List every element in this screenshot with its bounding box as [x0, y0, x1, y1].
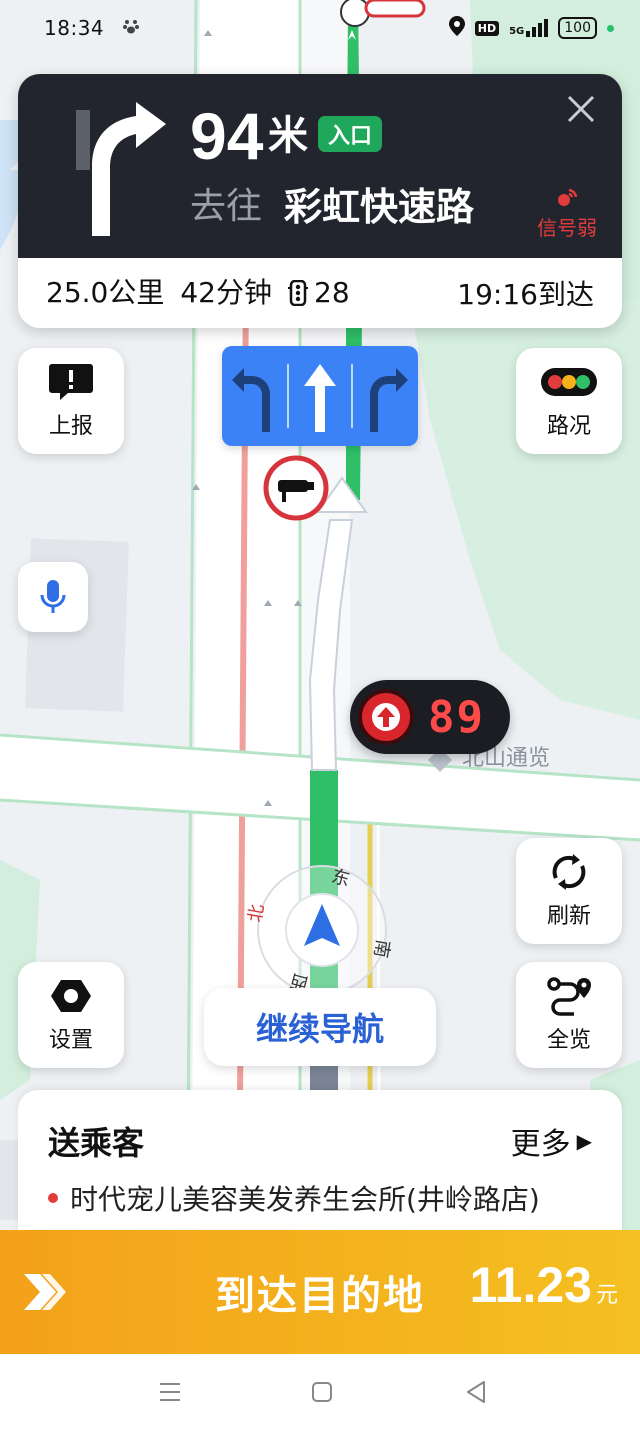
entry-badge: 入口 [318, 116, 383, 152]
straight-red-light-icon [358, 689, 414, 745]
baidu-paw-icon [122, 17, 140, 39]
settings-button[interactable]: 设置 [18, 962, 124, 1068]
refresh-button[interactable]: 刷新 [516, 838, 622, 944]
lane-separator [287, 364, 290, 428]
weak-signal-indicator: 信号弱 [532, 186, 602, 241]
weak-signal-text: 信号弱 [537, 216, 597, 240]
traffic-label: 路况 [546, 414, 591, 439]
distance-value: 94 [190, 99, 264, 173]
next-road-name: 彩虹快速路 [284, 185, 475, 229]
status-bar: 18:34 HD 5G 100 [0, 0, 640, 56]
overview-button[interactable]: 全览 [516, 962, 622, 1068]
signal-strength-icon: 5G [509, 19, 549, 37]
battery-indicator: 100 [558, 17, 597, 39]
turn-right-arrow-icon [76, 102, 166, 236]
close-icon[interactable] [566, 94, 596, 124]
location-pin-icon [448, 16, 465, 40]
fare-unit: 元 [595, 1283, 618, 1308]
passenger-card[interactable]: 送乘客 更多 ▶ 时代宠儿美容美发养生会所(井岭路店) [18, 1090, 622, 1240]
lane-left-turn-icon [232, 368, 271, 432]
destination-dot-icon [48, 1193, 58, 1203]
fare-amount: 11.23 元 [470, 1256, 618, 1314]
route-overview-icon [547, 977, 591, 1016]
microphone-icon [40, 580, 66, 613]
report-label: 上报 [48, 414, 93, 439]
settings-hexagon-icon [51, 980, 91, 1012]
countdown-seconds: 89 [428, 691, 485, 743]
hd-badge: HD [474, 20, 500, 36]
satellite-signal-icon [558, 188, 578, 206]
fare-value: 11.23 [469, 1257, 592, 1313]
report-button[interactable]: 上报 [18, 348, 124, 454]
lane-separator [350, 364, 353, 428]
menu-icon[interactable] [154, 1376, 186, 1408]
lane-right-turn-icon [369, 368, 408, 432]
continue-navigation-label: 继续导航 [255, 1010, 384, 1048]
report-alert-icon [49, 364, 93, 400]
traffic-light-status-icon [541, 368, 597, 396]
destination-name: 时代宠儿美容美发养生会所(井岭路店) [70, 1183, 540, 1216]
arrive-destination-button[interactable]: 到达目的地 11.23 元 [0, 1230, 640, 1354]
privacy-dot [607, 24, 614, 32]
traffic-light-icon [288, 280, 308, 306]
voice-button[interactable] [18, 562, 88, 632]
refresh-icon [552, 854, 586, 890]
remaining-distance: 25.0公里 [46, 276, 165, 309]
more-label: 更多 [510, 1127, 571, 1162]
refresh-label: 刷新 [546, 904, 591, 929]
remaining-time: 42分钟 [180, 276, 272, 309]
passenger-card-title: 送乘客 [48, 1124, 145, 1162]
settings-label: 设置 [48, 1028, 93, 1053]
caret-right-icon: ▶ [576, 1129, 592, 1153]
continue-navigation-button[interactable]: 继续导航 [204, 988, 436, 1066]
more-button[interactable]: 更多 ▶ [511, 1119, 592, 1163]
traffic-light-countdown: 89 [350, 680, 510, 754]
trip-summary: 25.0公里 42分钟 28 19:16到达 [18, 258, 622, 328]
lane-guidance [222, 346, 418, 446]
lane-straight-icon [303, 364, 336, 432]
eta: 19:16到达 [457, 278, 594, 311]
overview-label: 全览 [546, 1028, 591, 1053]
system-navigation-bar [0, 1354, 640, 1432]
traffic-light-count: 28 [314, 276, 350, 309]
status-time: 18:34 [44, 16, 105, 40]
distance-unit: 米 [268, 113, 308, 159]
goto-label: 去往 [190, 186, 263, 227]
maneuver-panel[interactable]: 94 米 入口 去往 彩虹快速路 信号弱 25.0公里 42分钟 28 19:1… [18, 74, 622, 328]
traffic-button[interactable]: 路况 [516, 348, 622, 454]
back-icon[interactable] [460, 1376, 492, 1408]
home-icon[interactable] [306, 1376, 338, 1408]
